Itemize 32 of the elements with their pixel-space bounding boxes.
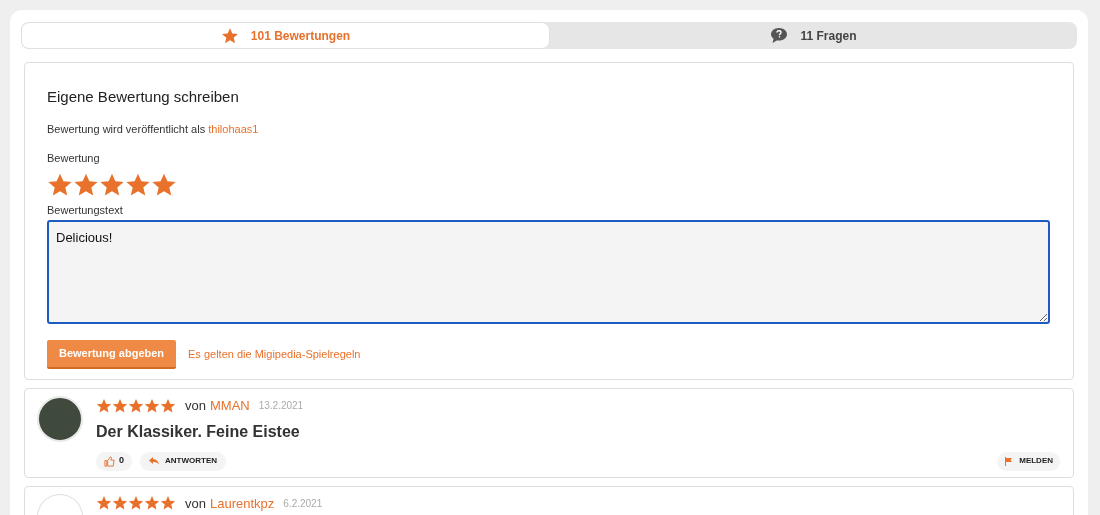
star-icon bbox=[96, 495, 112, 512]
flag-icon bbox=[1004, 456, 1014, 466]
star-icon bbox=[160, 397, 176, 414]
question-bubble-icon bbox=[770, 27, 789, 44]
star-icon bbox=[144, 397, 160, 414]
review-date: 6.2.2021 bbox=[283, 496, 323, 511]
star-icon bbox=[128, 397, 144, 414]
review-date: 13.2.2021 bbox=[258, 399, 304, 414]
star-icon bbox=[128, 495, 144, 512]
star-icon bbox=[144, 495, 160, 512]
star-icon bbox=[112, 397, 128, 414]
star-rating[interactable] bbox=[96, 397, 176, 414]
review-text-field[interactable]: Delicious! bbox=[47, 220, 1050, 324]
reply-button[interactable]: ANTWORTEN bbox=[140, 451, 226, 471]
author-prefix: von bbox=[185, 494, 206, 513]
star-icon bbox=[96, 397, 112, 414]
star-rating[interactable] bbox=[96, 495, 176, 512]
rating-label: Bewertung bbox=[47, 151, 101, 166]
star-icon bbox=[220, 26, 239, 45]
like-button[interactable]: 0 bbox=[96, 451, 132, 471]
author-prefix: von bbox=[185, 397, 206, 415]
report-button[interactable]: MELDEN bbox=[997, 451, 1060, 471]
star-icon bbox=[160, 495, 176, 512]
publish-note: Bewertung wird veröffentlicht als thilohaas1 bbox=[47, 121, 260, 137]
thumbs-up-icon bbox=[104, 455, 115, 467]
reply-arrow-icon bbox=[149, 457, 159, 465]
tab[interactable]: 11 Fragen bbox=[550, 22, 1077, 49]
review-text: Der Klassiker. Feine Eistee bbox=[96, 421, 301, 442]
form-title: Eigene Bewertung schreiben bbox=[47, 87, 240, 107]
text-label: Bewertungstext bbox=[47, 202, 124, 218]
star-icon bbox=[112, 495, 128, 512]
avatar-photo-placeholder bbox=[37, 396, 83, 442]
